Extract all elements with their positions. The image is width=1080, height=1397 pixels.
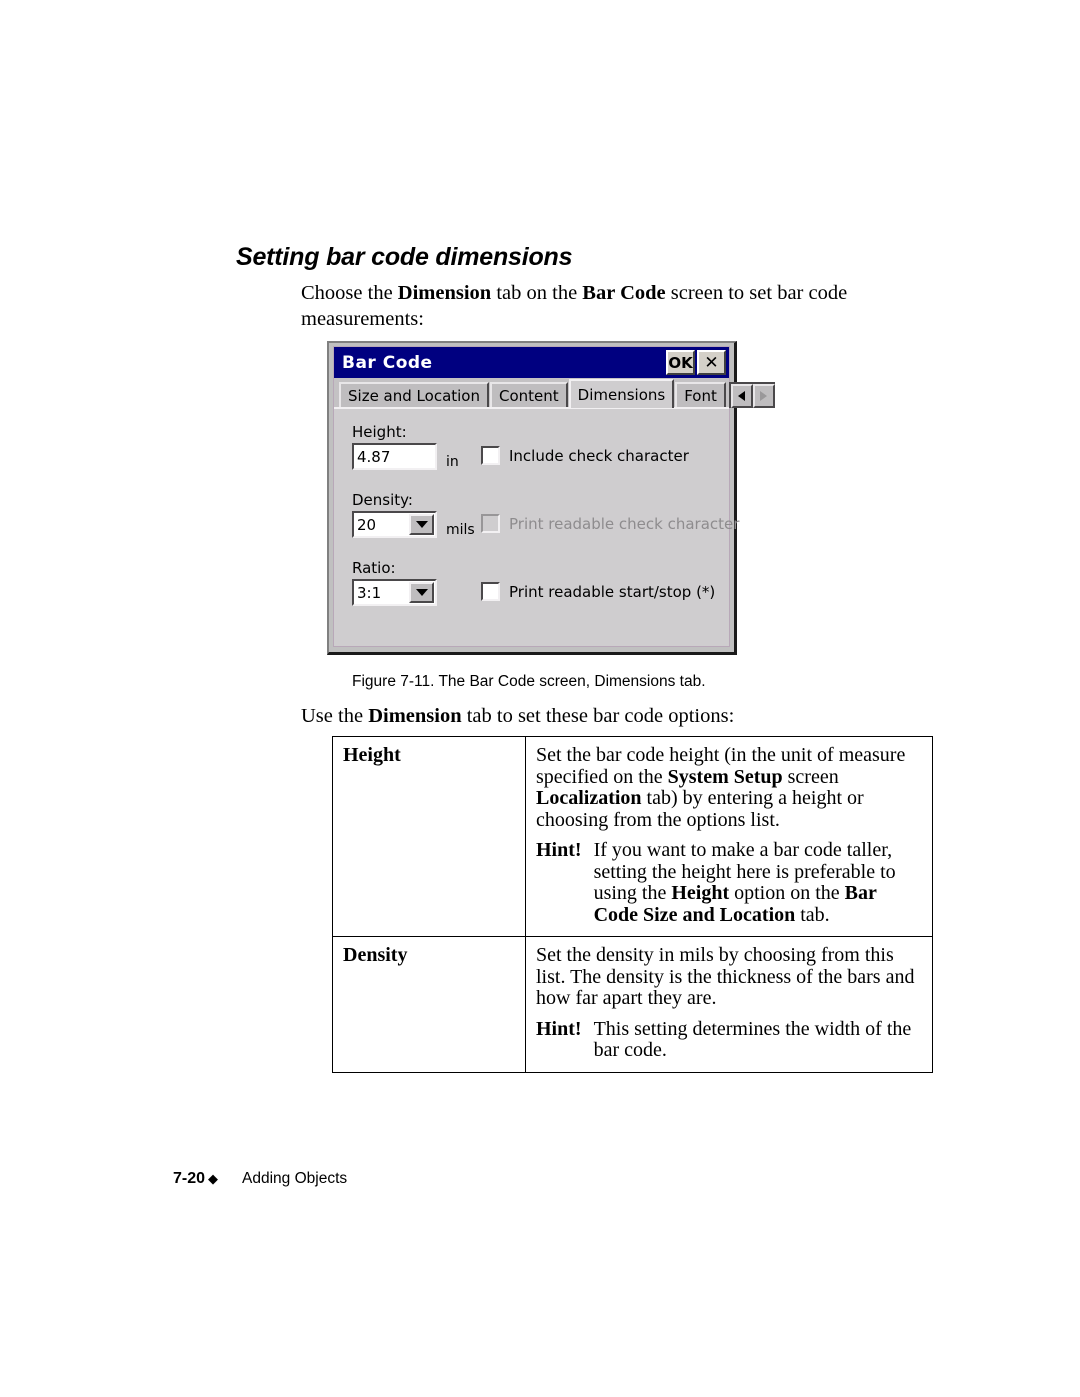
figure-caption: Figure 7-11. The Bar Code screen, Dimens…	[352, 673, 706, 690]
checkbox-box-icon	[481, 514, 500, 533]
page-footer: 7-20 ◆ Adding Objects	[173, 1170, 347, 1188]
use-bold-dimension: Dimension	[368, 705, 462, 727]
intro-paragraph: Choose the Dimension tab on the Bar Code…	[301, 280, 881, 332]
chevron-right-icon	[760, 391, 768, 401]
tab-size-and-location[interactable]: Size and Location	[339, 382, 489, 408]
hint-text-2: option on the	[729, 882, 845, 904]
hint-label: Hint!	[536, 1017, 582, 1040]
checkbox-box-icon	[481, 582, 500, 601]
table-term-density: Density	[332, 936, 526, 1073]
hint-bold-height: Height	[671, 882, 730, 904]
use-text-1: Use the	[301, 705, 369, 727]
dialog-titlebar: Bar Code OK ✕	[334, 347, 729, 378]
dialog-inner-frame: Bar Code OK ✕ Size and Location Content …	[333, 346, 775, 647]
hint-text-3: tab.	[795, 903, 830, 926]
intro-bold-barcode: Bar Code	[582, 282, 666, 304]
tab-scroll-right-icon[interactable]	[752, 384, 775, 408]
hint-text: This setting determines the width of the…	[593, 1017, 922, 1062]
intro-text-1: Choose the	[301, 282, 398, 304]
desc-paragraph: Set the density in mils by choosing from…	[536, 944, 922, 1010]
chevron-left-icon	[738, 391, 746, 401]
ratio-dropdown[interactable]: 3:1	[352, 579, 437, 606]
close-icon[interactable]: ✕	[697, 350, 726, 375]
table-desc-density: Set the density in mils by choosing from…	[525, 936, 933, 1073]
intro-bold-dimension: Dimension	[397, 282, 492, 304]
use-paragraph: Use the Dimension tab to set these bar c…	[301, 703, 901, 729]
dialog-title: Bar Code	[342, 352, 433, 373]
print-readable-startstop-label: Print readable start/stop (*)	[509, 582, 716, 601]
desc-bold-localization: Localization	[536, 787, 642, 809]
include-check-character-checkbox[interactable]: Include check character	[481, 446, 689, 465]
height-unit-label: in	[446, 454, 459, 470]
chevron-down-icon[interactable]	[409, 582, 434, 603]
print-readable-check-character-checkbox: Print readable check character	[481, 514, 739, 533]
use-text-2: tab to set these bar code options:	[461, 705, 735, 727]
desc-bold-system-setup: System Setup	[667, 765, 783, 788]
tab-content[interactable]: Content	[490, 382, 568, 408]
height-input[interactable]: 4.87	[352, 443, 437, 470]
hint-text: If you want to make a bar code taller, s…	[594, 839, 922, 926]
footer-page-number: 7-20	[173, 1170, 206, 1187]
density-dropdown[interactable]: 20	[352, 511, 437, 538]
include-check-character-label: Include check character	[509, 446, 689, 465]
chevron-down-icon[interactable]	[409, 514, 434, 535]
page-title: Setting bar code dimensions	[236, 243, 573, 271]
hint-block: Hint! This setting determines the width …	[536, 1017, 922, 1062]
desc-paragraph: Set the bar code height (in the unit of …	[536, 744, 922, 831]
ratio-value: 3:1	[357, 583, 382, 602]
diamond-icon: ◆	[208, 1171, 219, 1186]
caret-glyph	[415, 521, 428, 528]
density-value: 20	[357, 515, 377, 534]
ok-button[interactable]: OK	[666, 350, 695, 375]
table-row: Height Set the bar code height (in the u…	[332, 736, 933, 937]
hint-text-1: This setting determines the width of the…	[593, 1017, 912, 1061]
ratio-label: Ratio:	[352, 559, 396, 577]
tab-scroll-arrows	[728, 382, 775, 408]
hint-block: Hint! If you want to make a bar code tal…	[536, 839, 922, 926]
tab-dimensions[interactable]: Dimensions	[568, 379, 675, 408]
table-term-height: Height	[332, 736, 526, 937]
print-readable-check-character-label: Print readable check character	[509, 514, 740, 533]
checkbox-box-icon	[481, 446, 500, 465]
table-desc-height: Set the bar code height (in the unit of …	[525, 736, 933, 937]
bar-code-dialog-screenshot: Bar Code OK ✕ Size and Location Content …	[327, 341, 775, 655]
intro-text-2: tab on the	[491, 282, 583, 304]
desc-text-1: Set the density in mils by choosing from…	[536, 944, 915, 1009]
print-readable-startstop-checkbox[interactable]: Print readable start/stop (*)	[481, 582, 715, 601]
dialog-tabstrip: Size and Location Content Dimensions Fon…	[334, 378, 775, 408]
density-unit-label: mils	[446, 522, 475, 538]
footer-section-title: Adding Objects	[242, 1170, 348, 1187]
tab-scroll-left-icon[interactable]	[730, 384, 753, 408]
table-row: Density Set the density in mils by choos…	[332, 936, 933, 1073]
desc-text-2: screen	[782, 765, 839, 788]
caret-glyph	[415, 589, 428, 596]
tab-font[interactable]: Font	[675, 382, 726, 408]
bar-code-options-table: Height Set the bar code height (in the u…	[332, 736, 933, 1073]
hint-label: Hint!	[536, 839, 582, 861]
dimensions-tab-panel: Height: 4.87 in Include check character …	[334, 407, 739, 646]
density-label: Density:	[352, 491, 413, 509]
height-label: Height:	[352, 423, 407, 441]
